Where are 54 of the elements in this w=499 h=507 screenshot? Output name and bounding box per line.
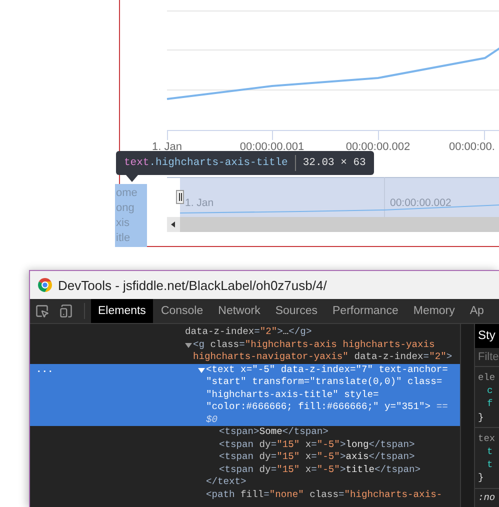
- element-markup: <tspan dy="15" x="-5">title</tspan>: [219, 464, 422, 476]
- panel-tab[interactable]: Memory: [406, 299, 462, 323]
- panel-tab[interactable]: Network: [211, 299, 268, 323]
- axis-title-line: itle: [115, 231, 132, 246]
- resize-handle[interactable]: [176, 190, 184, 204]
- panel-tab[interactable]: Elements: [91, 299, 153, 323]
- element-markup: </text>: [206, 476, 248, 488]
- css-property: c: [486, 384, 494, 398]
- css-property: t: [486, 458, 494, 472]
- axis-title-line: xis: [115, 216, 130, 231]
- closing-brace: }: [477, 410, 485, 424]
- axis-title-line: ome: [115, 186, 138, 201]
- element-selector: text.highcharts-axis-title: [124, 157, 288, 169]
- axis-label: 00:00:00.002: [390, 197, 452, 209]
- vertical-scrollbar[interactable]: [460, 324, 475, 507]
- css-selector: :no: [477, 490, 496, 504]
- dom-node-row[interactable]: <g class="highcharts-axis highcharts-yaxis highcharts-navigator-yaxis" data-z-index="2">: [30, 338, 460, 364]
- panel-tab[interactable]: Console: [154, 299, 210, 323]
- element-size: 32.03 × 63: [302, 157, 366, 169]
- element-markup: <text x="-5" data-z-index="7" text-anchor= "start" transform="translate(0,0)" class= "highcharts-axis-title" style= "color:#666666; fill:#666666;" y="351"> == $0: [206, 364, 449, 426]
- dom-node-row[interactable]: <tspan>Some</tspan>: [30, 426, 460, 438]
- css-selector: ele: [477, 371, 496, 384]
- panel-tab[interactable]: Sources: [268, 299, 325, 323]
- window-title: DevTools - jsfiddle.net/BlackLabel/oh0z7usb/4/: [58, 278, 327, 292]
- axis-label: 1. Jan: [152, 141, 182, 153]
- node-menu-button[interactable]: ...: [30, 364, 54, 374]
- axis-label: 1. Jan: [185, 197, 214, 209]
- panel-tab[interactable]: Performance: [326, 299, 406, 323]
- dom-node-row[interactable]: <tspan dy="15" x="-5">axis</tspan>: [30, 451, 460, 464]
- dom-node-row[interactable]: <path fill="none" class="highcharts-axis-: [30, 488, 460, 501]
- browser-logo-icon: [38, 278, 52, 292]
- axis-label: 00:00:00.001: [240, 141, 304, 153]
- scroll-left-button[interactable]: [167, 217, 180, 232]
- element-markup: <tspan dy="15" x="-5">axis</tspan>: [219, 451, 416, 464]
- element-markup: <tspan dy="15" x="-5">long</tspan>: [219, 438, 416, 451]
- panel-tab[interactable]: Ap: [462, 299, 491, 323]
- dom-node-row[interactable]: <tspan dy="15" x="-5">long</tspan>: [30, 438, 460, 451]
- dom-node-row[interactable]: ... <text x="-5" data-z-index="7" text-anchor= "start" transform="translate(0,0)" class= "highcharts-axis-title" style= "color:#666666; fill:#666666;" y="351"> == $0: [30, 364, 460, 426]
- css-selector: tex: [477, 432, 496, 446]
- styles-tab[interactable]: Sty: [475, 324, 499, 348]
- css-property: t: [486, 445, 494, 458]
- disclosure-triangle-icon[interactable]: [198, 366, 205, 374]
- element-markup: <g class="highcharts-axis highcharts-yaxis highcharts-navigator-yaxis" data-z-index="2">: [193, 338, 454, 364]
- element-markup: data-z-index="2">…</g>: [185, 326, 313, 338]
- dom-node-row[interactable]: <tspan dy="15" x="-5">title</tspan>: [30, 464, 460, 476]
- axis-title-line: ong: [115, 201, 136, 216]
- element-markup: <tspan>Some</tspan>: [219, 426, 330, 438]
- element-markup: <path fill="none" class="highcharts-axis-: [206, 488, 444, 501]
- disclosure-triangle-icon[interactable]: [185, 342, 192, 348]
- closing-brace: }: [477, 471, 485, 485]
- dom-node-row[interactable]: data-z-index="2">…</g>: [30, 326, 460, 338]
- axis-label: 00:00:00.002: [346, 141, 410, 153]
- axis-label: 00:00:00.: [449, 141, 495, 153]
- css-property: f: [486, 397, 494, 411]
